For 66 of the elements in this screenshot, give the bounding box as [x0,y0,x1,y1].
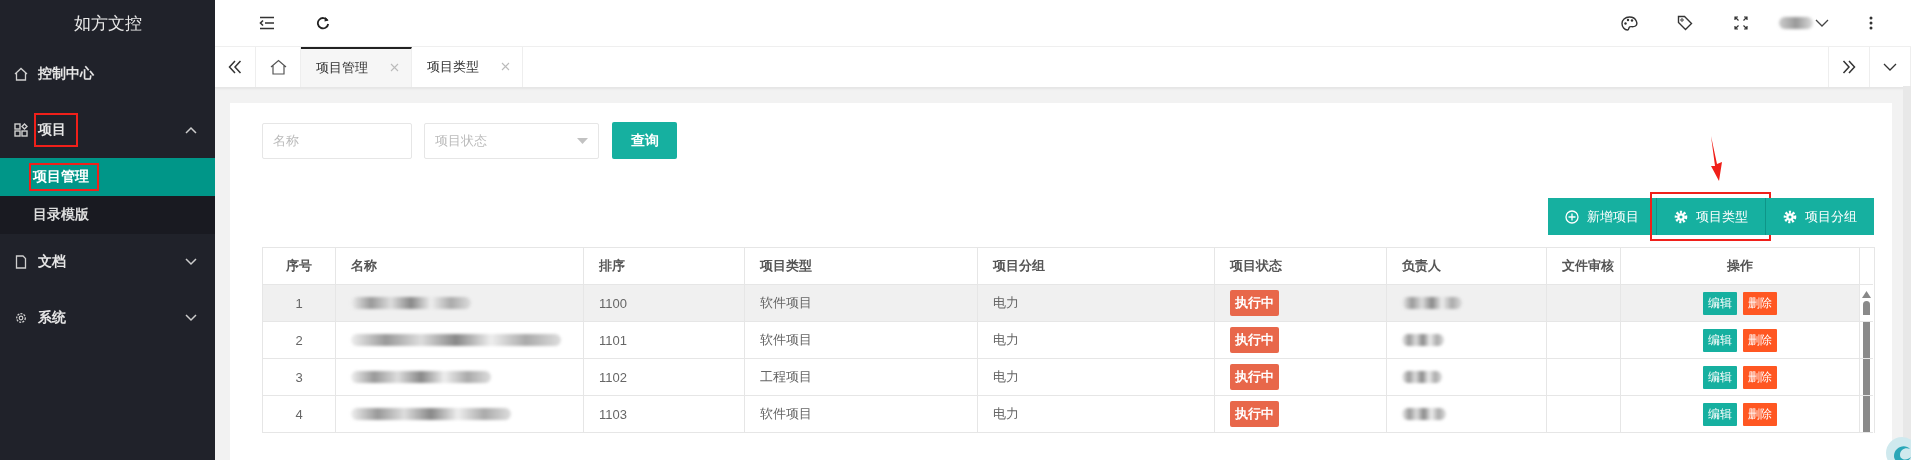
status-tag: 执行中 [1230,327,1279,353]
scrollbar-thumb[interactable] [1863,322,1870,358]
table-cell: 电力 [978,359,1215,396]
delete-button[interactable]: 删除 [1743,328,1777,352]
table-cell: 软件项目 [745,322,978,359]
table-cell: 2 [263,322,336,359]
home-icon [14,67,28,81]
delete-button[interactable]: 删除 [1743,365,1777,389]
grid-icon [14,123,28,137]
settings-button[interactable]: 项目分组 [1765,198,1874,235]
nav-item[interactable]: 控制中心 [0,46,215,102]
delete-button[interactable]: 删除 [1743,402,1777,426]
table-cell: 1103 [584,396,745,433]
scrollbar-thumb[interactable] [1863,301,1870,315]
arrow [1709,136,1723,181]
table-cell: 4 [263,396,336,433]
status-tag: 执行中 [1230,290,1279,316]
add-icon [1565,209,1579,224]
settings-icon [14,311,28,325]
status-tag: 执行中 [1230,401,1279,427]
redacted-name-drawing [1402,334,1444,346]
name-field[interactable]: 名称 [262,122,412,159]
gear-icon [1783,209,1797,224]
scroll-right-icon[interactable] [1828,47,1870,87]
redacted-name-drawing [1402,371,1442,383]
nav-subitem[interactable]: 目录模版 [0,196,215,234]
table-cell: 软件项目 [745,285,978,322]
nav-item[interactable]: 文档 [0,234,215,290]
page-tab[interactable]: 项目管理 [301,47,412,87]
home-icon [269,59,287,75]
chevron-down-icon[interactable] [1815,18,1829,28]
delete-button[interactable]: 删除 [1743,291,1777,315]
table-cell: 电力 [978,322,1215,359]
table-cell: 1102 [584,359,745,396]
gear-icon [1674,209,1688,224]
chevron-up-icon [185,126,197,134]
edit-button[interactable]: 编辑 [1703,365,1737,389]
table-cell: 电力 [978,285,1215,322]
add-project-button[interactable]: 新增项目 [1548,198,1656,235]
caret-icon [577,137,588,144]
status-tag: 执行中 [1230,364,1279,390]
nav-subitem[interactable]: 项目管理 [0,158,215,196]
nav-item[interactable]: 系统 [0,290,215,346]
scrollbar-thumb[interactable] [1863,359,1870,395]
edit-button[interactable]: 编辑 [1703,328,1737,352]
chevron-down-icon [185,258,197,266]
nav-item[interactable]: 项目 [0,102,215,158]
scrollbar-thumb[interactable] [1863,396,1870,432]
page-tab[interactable]: 项目类型 [412,47,523,87]
status-select[interactable]: 项目状态 [424,122,599,159]
chevron-down-icon [185,314,197,322]
table-cell: 电力 [978,396,1215,433]
redacted-name-drawing [1402,297,1462,309]
table-cell: 3 [263,359,336,396]
table-cell: 1101 [584,322,745,359]
redacted-username-drawing [1779,17,1813,29]
edit-button[interactable]: 编辑 [1703,402,1737,426]
search-button[interactable]: 查询 [612,122,677,159]
table-cell: 工程项目 [745,359,978,396]
table-cell: 1 [263,285,336,322]
document-icon [14,255,28,269]
table-cell: 1100 [584,285,745,322]
edit-button[interactable]: 编辑 [1703,291,1737,315]
redacted-name-drawing [1402,408,1446,420]
scroll-up-icon[interactable] [1862,291,1871,298]
table-cell: 软件项目 [745,396,978,433]
